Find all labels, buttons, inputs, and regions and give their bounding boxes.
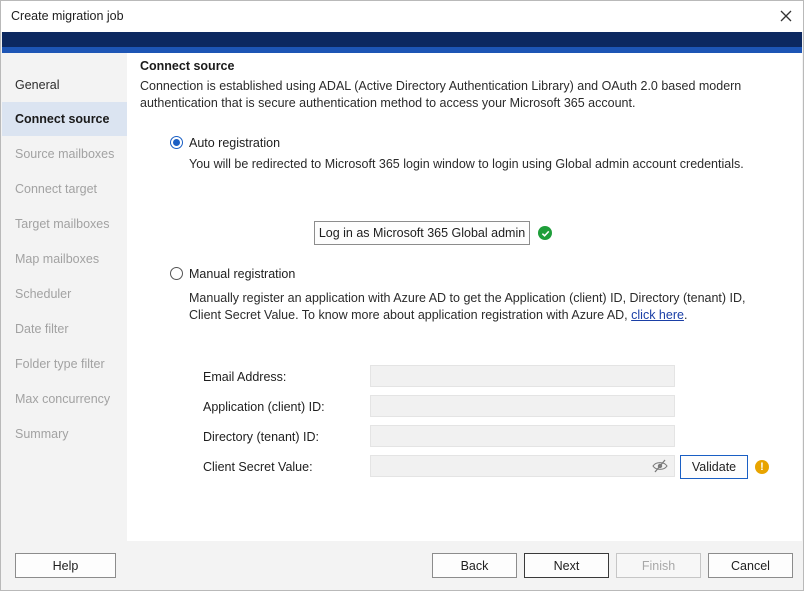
migration-dialog: Create migration job General Connect sou… <box>0 0 804 591</box>
client-secret-label: Client Secret Value: <box>203 460 313 474</box>
auto-registration-radio[interactable] <box>170 136 183 149</box>
check-circle-icon <box>538 226 552 240</box>
back-button[interactable]: Back <box>432 553 517 578</box>
validate-button[interactable]: Validate <box>680 455 748 479</box>
window-title: Create migration job <box>11 9 124 23</box>
manual-registration-radio[interactable] <box>170 267 183 280</box>
sidebar-item-date-filter[interactable]: Date filter <box>2 312 127 346</box>
manual-registration-label[interactable]: Manual registration <box>189 267 295 281</box>
manual-registration-description: Manually register an application with Az… <box>189 290 769 324</box>
help-button[interactable]: Help <box>15 553 116 578</box>
sidebar-item-target-mailboxes[interactable]: Target mailboxes <box>2 207 127 241</box>
sidebar-item-connect-source[interactable]: Connect source <box>2 102 127 136</box>
client-id-input[interactable] <box>370 395 675 417</box>
sidebar-item-scheduler[interactable]: Scheduler <box>2 277 127 311</box>
auto-registration-label[interactable]: Auto registration <box>189 136 280 150</box>
tenant-id-label: Directory (tenant) ID: <box>203 430 320 444</box>
title-bar: Create migration job <box>1 1 803 32</box>
main-panel: Connect source Connection is established… <box>127 53 802 541</box>
page-description: Connection is established using ADAL (Ac… <box>140 79 742 110</box>
client-secret-input[interactable] <box>370 455 675 477</box>
cancel-button[interactable]: Cancel <box>708 553 793 578</box>
client-id-label: Application (client) ID: <box>203 400 325 414</box>
exclamation-circle-icon: ! <box>755 460 769 474</box>
page-title: Connect source <box>140 59 235 73</box>
header-banner <box>2 32 802 53</box>
click-here-link[interactable]: click here <box>631 308 684 322</box>
sidebar-item-source-mailboxes[interactable]: Source mailboxes <box>2 137 127 171</box>
email-address-label: Email Address: <box>203 370 287 384</box>
tenant-id-input[interactable] <box>370 425 675 447</box>
sidebar-item-map-mailboxes[interactable]: Map mailboxes <box>2 242 127 276</box>
auto-registration-description: You will be redirected to Microsoft 365 … <box>189 157 744 171</box>
close-button[interactable] <box>775 5 797 27</box>
sidebar-item-max-concurrency[interactable]: Max concurrency <box>2 382 127 416</box>
sidebar-item-general[interactable]: General <box>2 68 127 102</box>
sidebar-item-folder-type-filter[interactable]: Folder type filter <box>2 347 127 381</box>
footer-bar: Help Back Next Finish Cancel <box>2 541 802 590</box>
email-address-input[interactable] <box>370 365 675 387</box>
wizard-sidebar: General Connect source Source mailboxes … <box>2 53 127 541</box>
close-icon <box>780 10 792 22</box>
next-button[interactable]: Next <box>524 553 609 578</box>
eye-slash-icon[interactable] <box>652 459 668 473</box>
sidebar-item-connect-target[interactable]: Connect target <box>2 172 127 206</box>
login-global-admin-button[interactable]: Log in as Microsoft 365 Global admin <box>314 221 530 245</box>
finish-button[interactable]: Finish <box>616 553 701 578</box>
sidebar-item-summary[interactable]: Summary <box>2 417 127 451</box>
manual-description-end: . <box>683 308 688 322</box>
